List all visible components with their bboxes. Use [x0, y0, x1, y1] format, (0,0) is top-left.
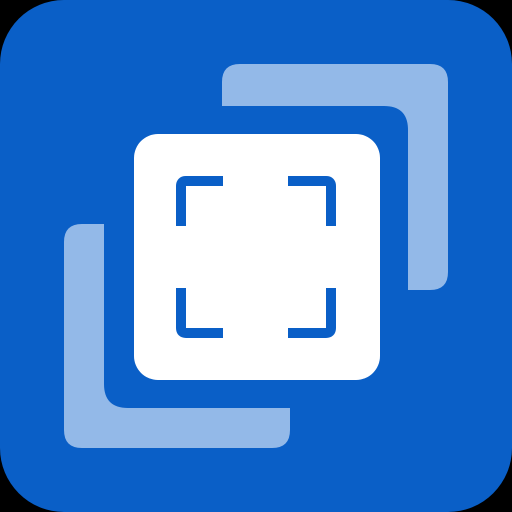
screen-capture-icon[interactable]: [0, 0, 512, 512]
capture-frame-panel: [134, 134, 380, 380]
app-icon-canvas: [0, 0, 512, 512]
